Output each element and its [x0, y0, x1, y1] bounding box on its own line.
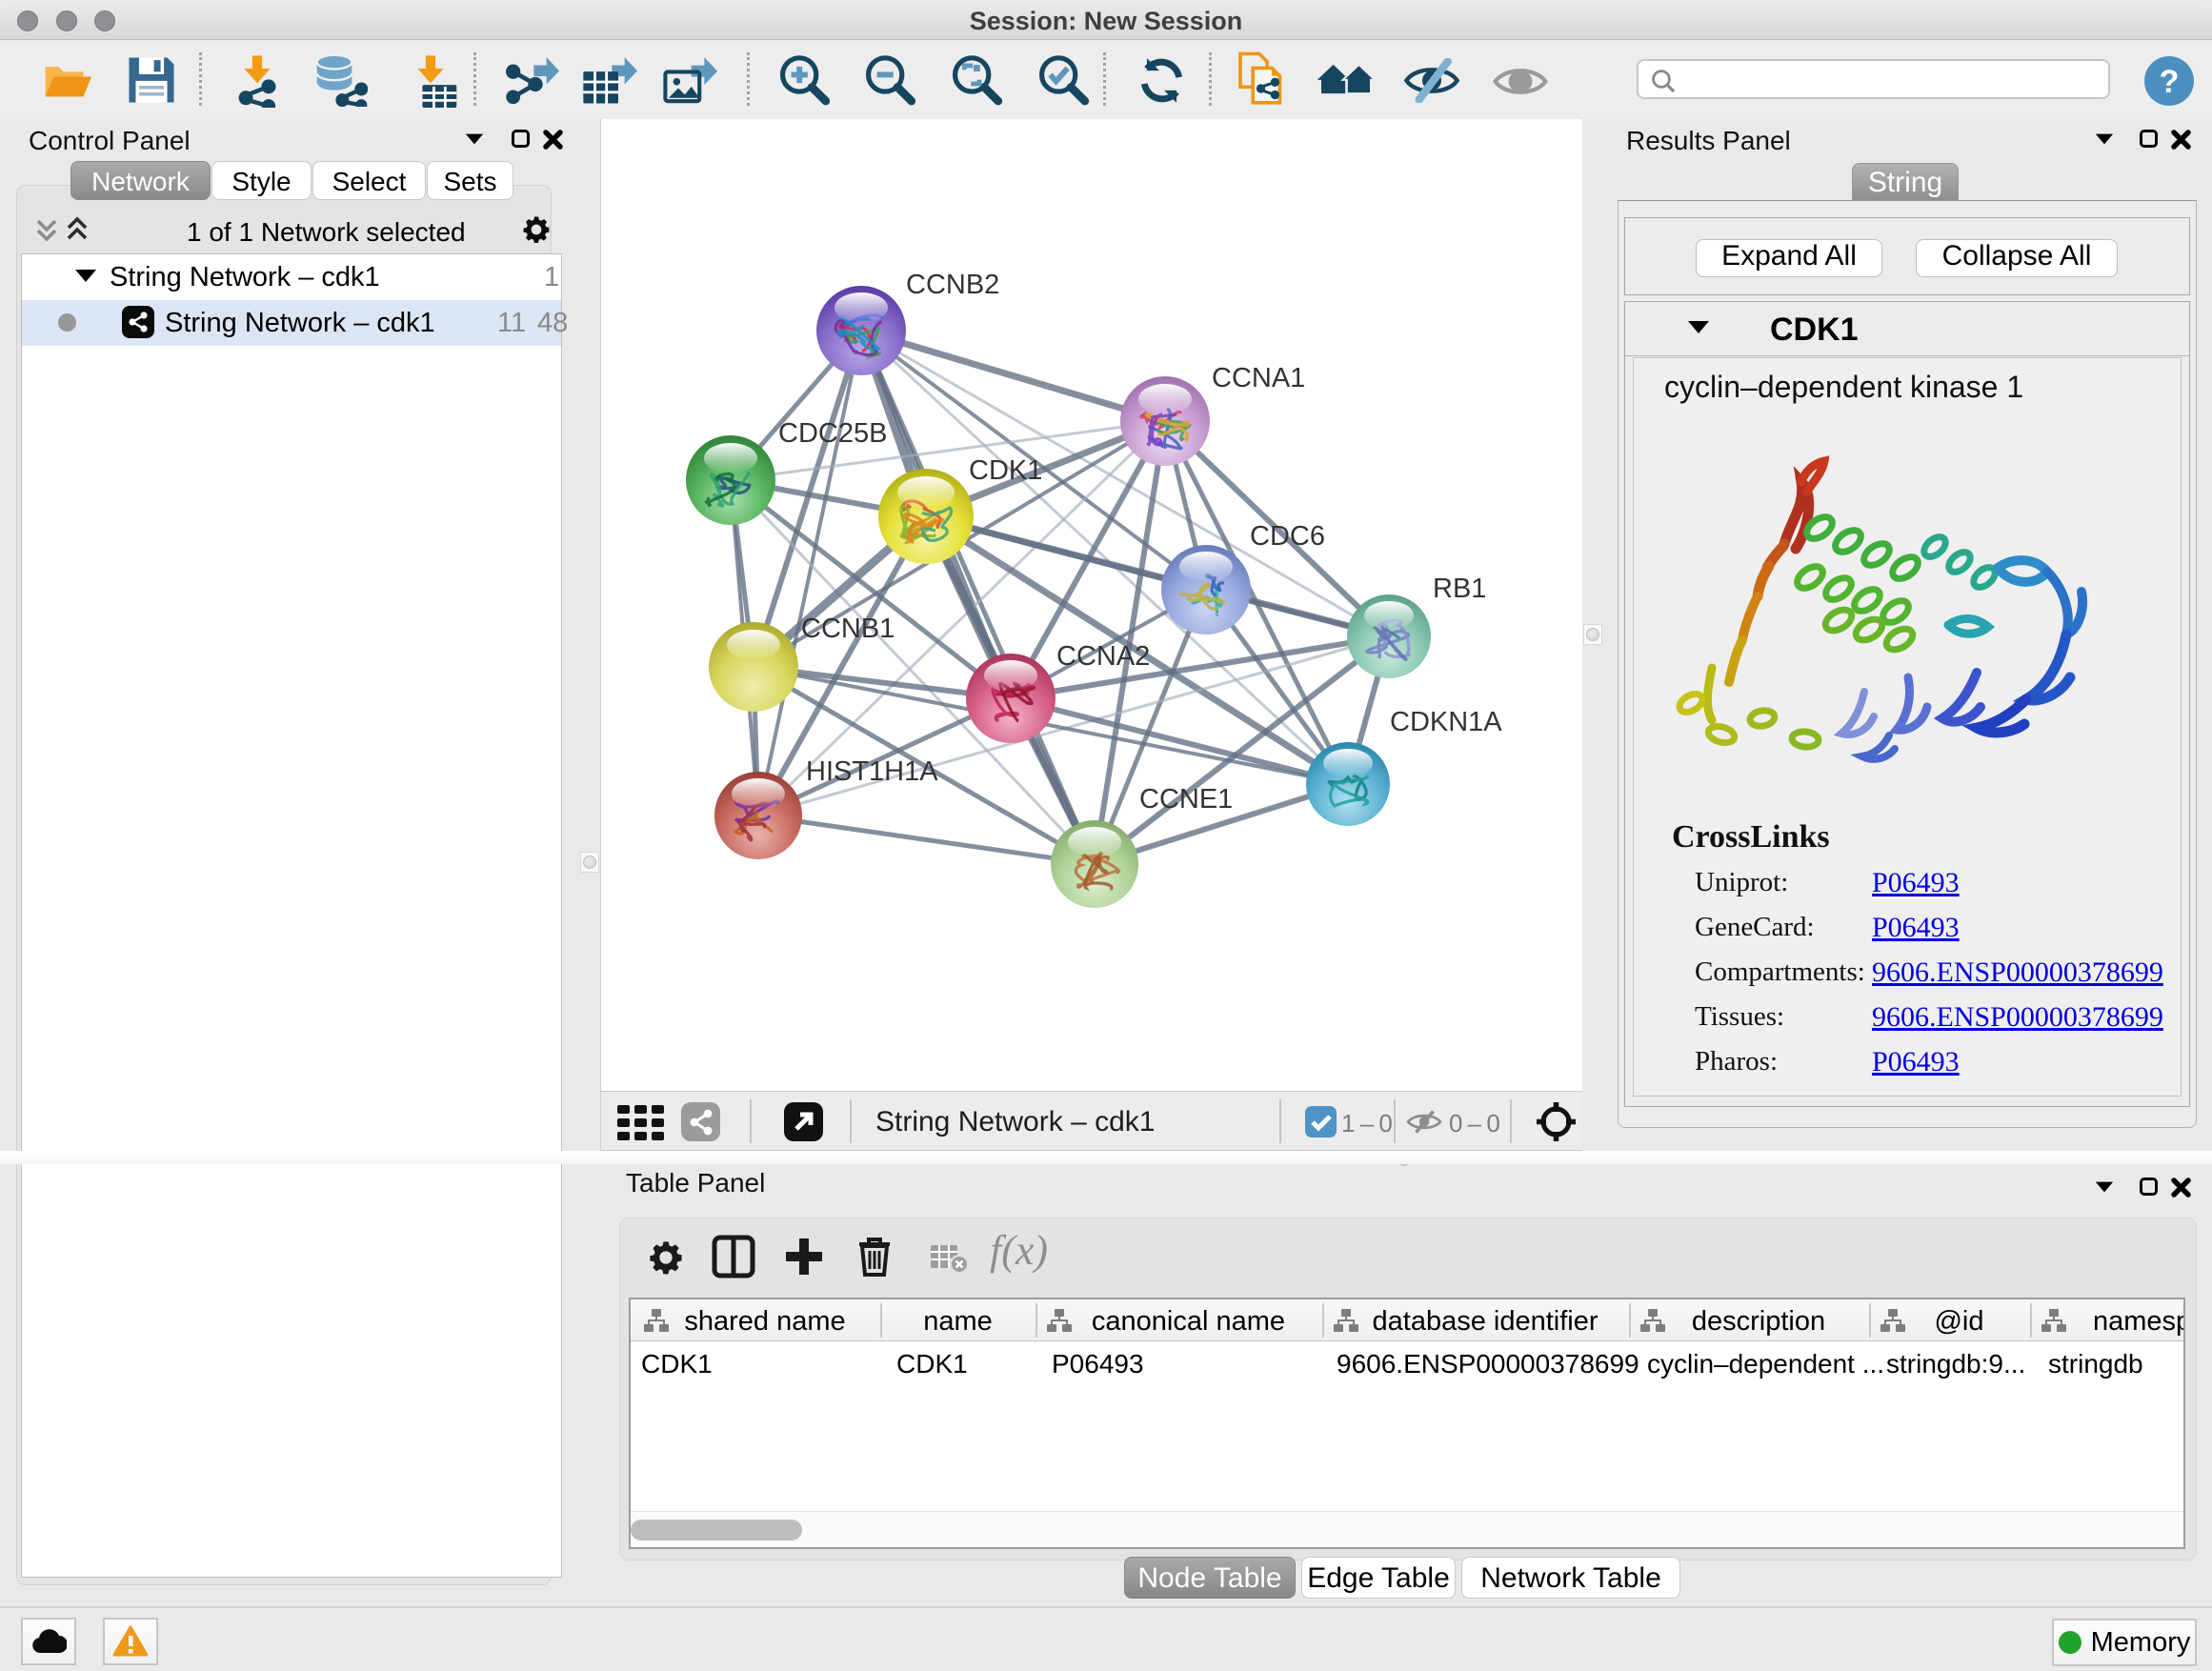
svg-text:?: ?	[2160, 64, 2180, 100]
svg-text:CDC6: CDC6	[1250, 521, 1325, 552]
svg-text:CCNE1: CCNE1	[1139, 784, 1233, 815]
svg-text:CCNB1: CCNB1	[801, 614, 895, 644]
svg-text:CCNB2: CCNB2	[906, 270, 999, 300]
svg-text:CCNA1: CCNA1	[1212, 363, 1305, 393]
svg-text:CDKN1A: CDKN1A	[1390, 707, 1502, 737]
svg-text:CDK1: CDK1	[969, 455, 1042, 486]
svg-text:RB1: RB1	[1433, 574, 1486, 604]
svg-text:CDC25B: CDC25B	[778, 418, 887, 449]
svg-text:CCNA2: CCNA2	[1056, 641, 1150, 672]
svg-text:HIST1H1A: HIST1H1A	[806, 756, 938, 787]
